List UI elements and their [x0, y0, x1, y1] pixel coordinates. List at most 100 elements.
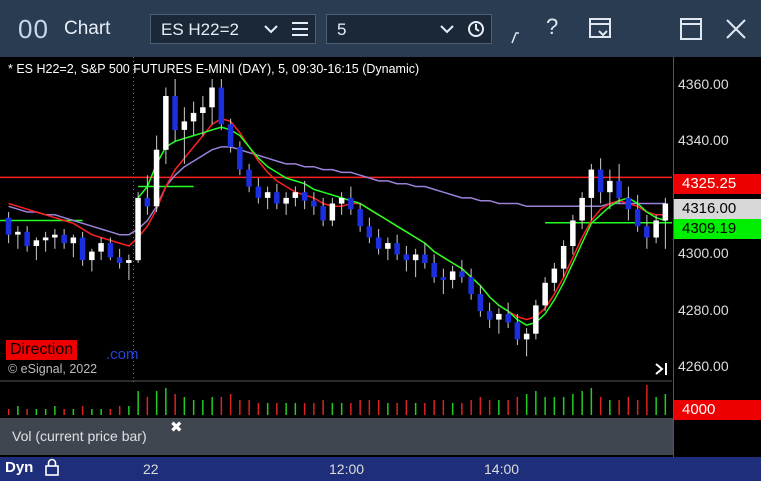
candle-body	[403, 254, 410, 261]
help-icon[interactable]: ?	[546, 14, 558, 40]
volume-bar	[128, 406, 130, 415]
candle-body	[653, 220, 659, 238]
candle-body	[644, 226, 650, 238]
candle-body	[597, 169, 604, 193]
volume-bar	[276, 403, 278, 415]
volume-bar	[192, 400, 195, 415]
time-axis[interactable]	[0, 457, 761, 481]
volume-bar	[590, 388, 593, 415]
volume-bar	[525, 394, 528, 415]
volume-bar	[553, 397, 556, 415]
candle-body	[560, 246, 567, 269]
volume-bar	[229, 394, 232, 415]
candle-body	[366, 226, 373, 238]
candle-body	[329, 203, 336, 221]
candle-body	[514, 322, 521, 340]
volume-bar	[35, 409, 38, 415]
volume-bar	[618, 400, 620, 415]
volume-bar	[424, 403, 426, 415]
candle-body	[144, 197, 151, 207]
candle-body	[505, 313, 511, 323]
candle-body	[218, 87, 225, 125]
candle-body	[24, 231, 30, 246]
candle-body	[375, 237, 382, 249]
maximize-icon[interactable]	[679, 17, 703, 41]
volume-bar	[257, 403, 260, 415]
chevron-down-icon	[264, 25, 278, 34]
candle-body	[385, 243, 391, 249]
candle-body	[15, 231, 21, 235]
volume-bar	[54, 406, 56, 415]
candle-body	[533, 305, 539, 334]
resistance-price-badge: 4325.25	[674, 174, 761, 194]
candle-body	[246, 169, 252, 187]
volume-badge: 4000	[674, 400, 761, 420]
volume-bar	[387, 403, 389, 415]
close-icon[interactable]	[724, 17, 748, 41]
volume-bar	[44, 409, 47, 415]
volume-bar	[488, 400, 491, 415]
candle-body	[422, 254, 428, 263]
volume-bar	[377, 400, 380, 415]
volume-bar	[294, 403, 297, 415]
candle-body	[440, 277, 447, 280]
candle-body	[42, 237, 49, 241]
volume-bar	[535, 391, 537, 415]
volume-bar	[562, 397, 565, 415]
volume-bar	[479, 397, 482, 415]
green-ma-line	[137, 126, 666, 327]
candle-body	[607, 180, 613, 193]
price-tick: 4340.00	[678, 132, 729, 148]
candle-body	[33, 240, 40, 246]
candle-body	[338, 197, 345, 204]
menu-icon	[292, 22, 308, 36]
candle-body	[551, 268, 558, 283]
volume-bar	[664, 394, 667, 415]
candle-body	[52, 234, 58, 238]
price-chart[interactable]	[0, 57, 761, 457]
candle-body	[579, 197, 585, 221]
volume-bar	[599, 397, 602, 415]
interval-value: 5	[337, 20, 347, 39]
lock-icon[interactable]	[44, 458, 60, 476]
time-tick: 14:00	[484, 461, 520, 477]
volume-bar	[17, 406, 19, 415]
candle-body	[255, 186, 262, 198]
draw-tool-icon[interactable]	[510, 30, 522, 44]
volume-bar	[442, 400, 445, 415]
candle-body	[153, 149, 160, 207]
volume-label: Vol (current price bar)	[12, 428, 147, 444]
price-tick: 4280.00	[678, 302, 729, 318]
candle-body	[477, 294, 484, 312]
scroll-to-end-icon[interactable]	[654, 362, 670, 376]
candle-body	[190, 112, 197, 122]
candle-body	[588, 169, 595, 198]
candle-body	[311, 200, 317, 207]
candle-body	[496, 313, 502, 320]
volume-bar	[211, 397, 213, 415]
candle-body	[431, 263, 437, 278]
ma-price-badge: 4309.19	[674, 219, 761, 239]
dyn-label[interactable]: Dyn	[5, 459, 33, 476]
candle-body	[98, 243, 104, 252]
symbol-value: ES H22=2	[161, 20, 239, 39]
volume-bar	[313, 403, 315, 415]
interval-dropdown[interactable]: 5	[326, 14, 492, 44]
volume-bar	[81, 406, 84, 415]
last-price-badge: 4316.00	[674, 199, 761, 219]
copyright-text: © eSignal, 2022	[8, 362, 98, 376]
volume-bar	[340, 403, 343, 415]
window-menu-icon[interactable]	[588, 17, 612, 41]
time-tick: 12:00	[329, 461, 365, 477]
volume-bar	[91, 409, 93, 415]
volume-bar	[414, 403, 417, 415]
volume-close-icon[interactable]: ✖	[170, 418, 183, 436]
candle-body	[542, 282, 548, 306]
candle-body	[292, 192, 299, 198]
volume-bar	[470, 400, 472, 415]
window-title: Chart	[64, 18, 111, 39]
volume-bar	[183, 397, 186, 415]
symbol-dropdown[interactable]: ES H22=2	[150, 14, 316, 44]
chart-legend: * ES H22=2, S&P 500 FUTURES E-MINI (DAY)…	[8, 62, 420, 76]
volume-bar	[72, 409, 75, 415]
